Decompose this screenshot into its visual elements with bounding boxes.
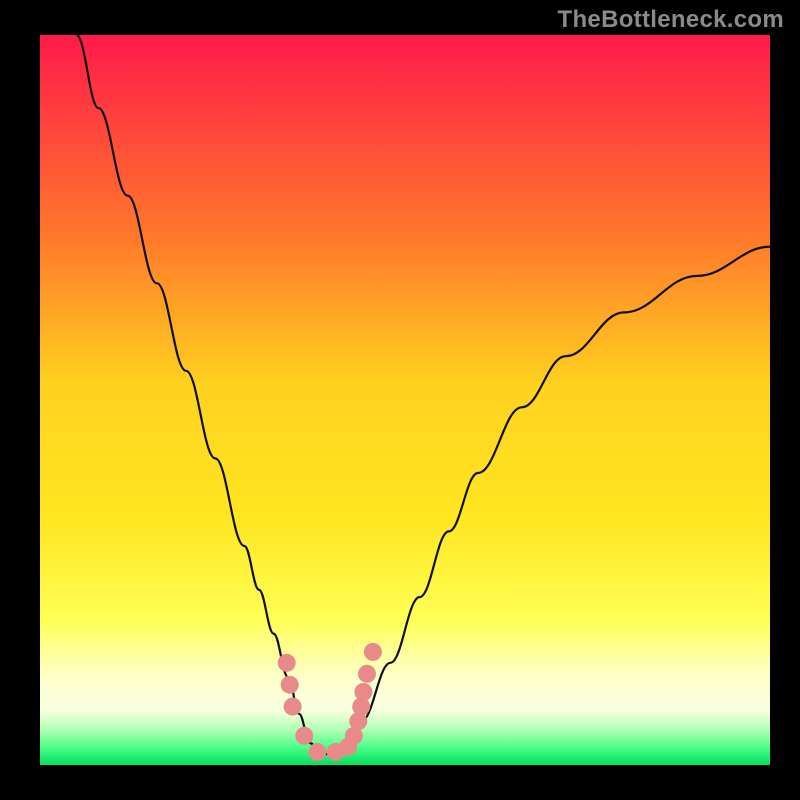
data-point xyxy=(364,643,382,661)
watermark-label: TheBottleneck.com xyxy=(558,6,784,34)
data-point xyxy=(281,676,299,694)
data-point xyxy=(308,743,326,761)
data-point xyxy=(284,698,302,716)
plot-area xyxy=(40,35,770,765)
data-point xyxy=(358,665,376,683)
data-point xyxy=(295,727,313,745)
data-point xyxy=(354,683,372,701)
data-point xyxy=(278,654,296,672)
chart-frame: TheBottleneck.com xyxy=(0,0,800,800)
bottleneck-chart xyxy=(0,0,800,800)
